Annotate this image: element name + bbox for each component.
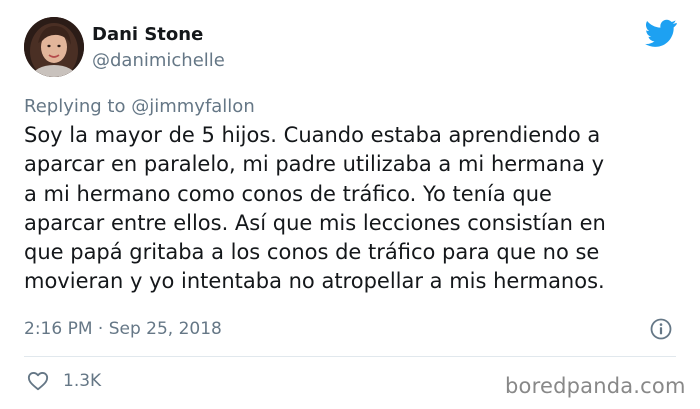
tweet-text-line: a mi hermano como conos de tráfico. Yo t… [24, 181, 552, 206]
tweet-text-line: movieran y yo intentaba no atropellar a … [24, 269, 605, 294]
avatar[interactable] [24, 17, 84, 77]
tweet-card: Dani Stone @danimichelle Replying to @ji… [0, 0, 700, 409]
tweet-text-line: Soy la mayor de 5 hijos. Cuando estaba a… [24, 123, 601, 147]
tweet-timestamp[interactable]: 2:16 PM · Sep 25, 2018 [24, 319, 222, 339]
divider [24, 356, 676, 357]
watermark: boredpanda.com [505, 374, 686, 398]
like-count: 1.3K [63, 371, 102, 391]
tweet-text-line: aparcar entre ellos. Así que mis leccion… [24, 210, 606, 235]
reply-context: Replying to @jimmyfallon [24, 96, 255, 117]
tweet-text-line: que papá gritaba a los conos de tráfico … [24, 240, 600, 265]
info-icon[interactable] [650, 318, 672, 340]
tweet-text-line: aparcar en paralelo, mi padre utilizaba … [24, 152, 605, 177]
display-name[interactable]: Dani Stone [92, 24, 203, 45]
reply-mention-link[interactable]: @jimmyfallon [131, 96, 255, 117]
reply-prefix: Replying to [24, 96, 126, 117]
twitter-bird-icon[interactable] [645, 19, 677, 47]
tweet-text: Soy la mayor de 5 hijos. Cuando estaba a… [24, 121, 684, 297]
heart-icon[interactable] [27, 370, 49, 392]
user-handle[interactable]: @danimichelle [92, 50, 225, 71]
